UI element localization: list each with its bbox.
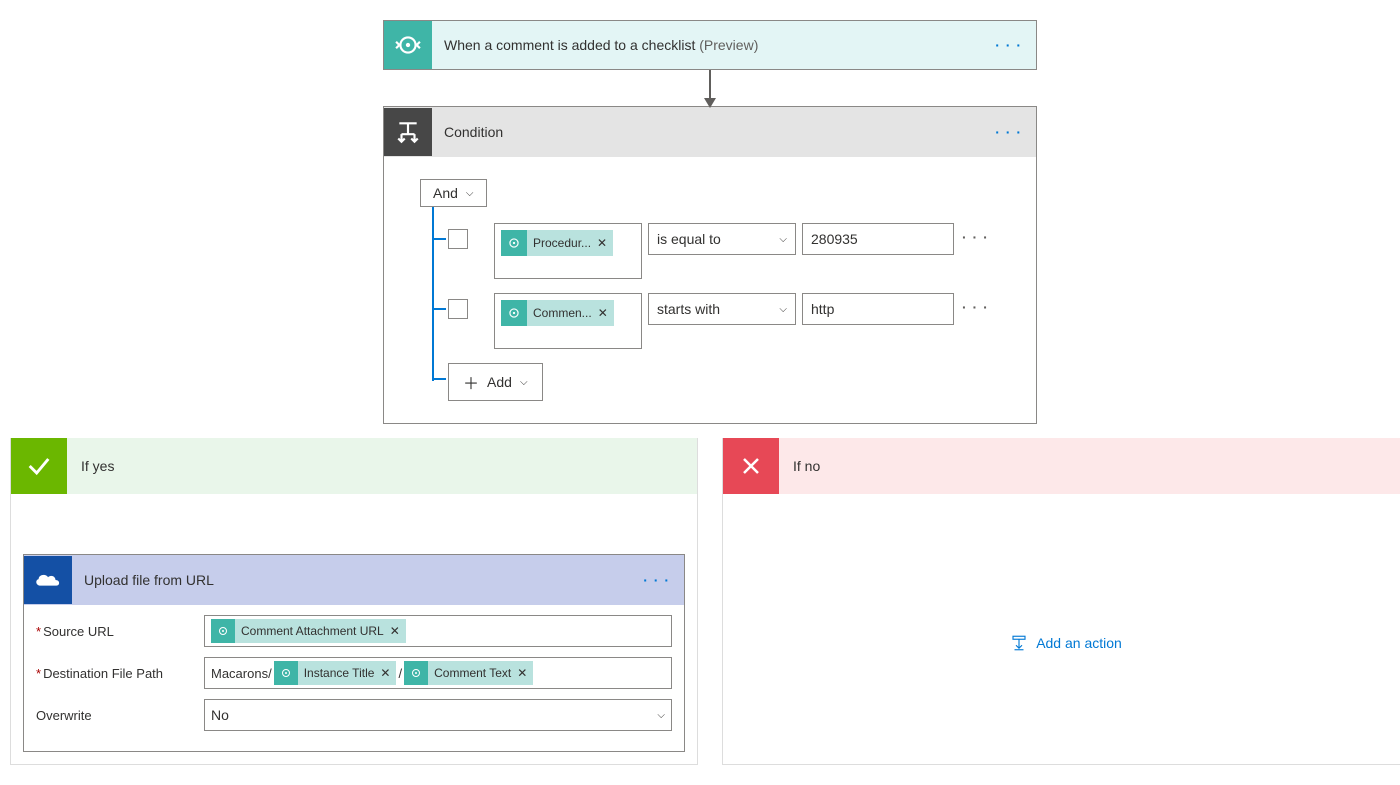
token-label: Comment Attachment URL xyxy=(241,624,384,638)
condition-row: Procedur... ✕ is equal to ⌵ 280935 · · · xyxy=(420,223,1000,279)
if-yes-branch: If yes Upload file from URL · · · *Sourc… xyxy=(10,438,698,765)
row-checkbox[interactable] xyxy=(448,299,468,319)
operator-label: starts with xyxy=(657,301,720,317)
token-remove-icon[interactable]: ✕ xyxy=(380,666,390,680)
dynamic-token[interactable]: Procedur... ✕ xyxy=(501,230,613,256)
condition-value-input[interactable]: 280935 xyxy=(802,223,954,255)
if-yes-body: Upload file from URL · · · *Source URL C… xyxy=(11,494,697,764)
token-remove-icon[interactable]: ✕ xyxy=(597,236,607,250)
token-remove-icon[interactable]: ✕ xyxy=(598,306,608,320)
if-yes-header: If yes xyxy=(11,438,697,494)
add-action-label: Add an action xyxy=(1036,635,1122,651)
field-row-source-url: *Source URL Comment Attachment URL ✕ xyxy=(36,615,672,647)
process-street-icon xyxy=(404,661,428,685)
add-condition-button[interactable]: ＋ Add ⌵ xyxy=(448,363,543,401)
chevron-down-icon: ⌵ xyxy=(779,304,787,315)
process-street-icon xyxy=(211,619,235,643)
source-url-input[interactable]: Comment Attachment URL ✕ xyxy=(204,615,672,647)
token-remove-icon[interactable]: ✕ xyxy=(390,624,400,638)
value-text: http xyxy=(811,301,834,317)
condition-card: Condition · · · And ⌵ xyxy=(383,106,1037,424)
plus-icon: ＋ xyxy=(463,370,479,394)
dest-prefix: Macarons/ xyxy=(211,666,272,681)
arrow-connector xyxy=(709,70,711,106)
if-no-branch: If no Add an action xyxy=(722,438,1400,765)
token-label: Comment Text xyxy=(434,666,511,680)
token-label: Procedur... xyxy=(533,236,591,250)
if-no-label: If no xyxy=(779,458,820,474)
field-row-overwrite: Overwrite No ⌵ xyxy=(36,699,672,731)
row-menu-button[interactable]: · · · xyxy=(962,223,989,245)
group-operator-dropdown[interactable]: And ⌵ xyxy=(420,179,487,207)
chevron-down-icon: ⌵ xyxy=(657,710,665,721)
group-operator-label: And xyxy=(433,185,458,201)
condition-icon xyxy=(384,108,432,156)
operator-dropdown[interactable]: starts with ⌵ xyxy=(648,293,796,325)
chevron-down-icon: ⌵ xyxy=(520,377,528,388)
dynamic-token[interactable]: Instance Title ✕ xyxy=(274,661,397,685)
if-no-body: Add an action xyxy=(723,494,1400,694)
condition-menu-button[interactable]: · · · xyxy=(981,124,1036,140)
token-remove-icon[interactable]: ✕ xyxy=(517,666,527,680)
add-label: Add xyxy=(487,374,512,390)
token-label: Commen... xyxy=(533,306,592,320)
row-checkbox[interactable] xyxy=(448,229,468,249)
overwrite-label: Overwrite xyxy=(36,708,204,723)
upload-action-card: Upload file from URL · · · *Source URL C… xyxy=(23,554,685,752)
value-text: 280935 xyxy=(811,231,858,247)
trigger-title-text: When a comment is added to a checklist xyxy=(444,37,695,53)
dest-path-input[interactable]: Macarons/ Instance Title ✕ / Comment Tex… xyxy=(204,657,672,689)
process-street-icon xyxy=(501,300,527,326)
source-url-label: *Source URL xyxy=(36,624,204,639)
condition-value-input[interactable]: http xyxy=(802,293,954,325)
chevron-down-icon: ⌵ xyxy=(466,188,474,199)
trigger-card[interactable]: When a comment is added to a checklist (… xyxy=(383,20,1037,70)
connector-h xyxy=(432,378,446,380)
if-no-header: If no xyxy=(723,438,1400,494)
label-text: Destination File Path xyxy=(43,666,163,681)
onedrive-icon xyxy=(24,556,72,604)
add-row-container: ＋ Add ⌵ xyxy=(420,363,1000,401)
operator-label: is equal to xyxy=(657,231,721,247)
connector-h xyxy=(432,238,446,240)
dynamic-token[interactable]: Commen... ✕ xyxy=(501,300,614,326)
row-menu-button[interactable]: · · · xyxy=(962,293,989,315)
add-action-button[interactable]: Add an action xyxy=(735,634,1397,652)
dynamic-token[interactable]: Comment Text ✕ xyxy=(404,661,533,685)
dynamic-token[interactable]: Comment Attachment URL ✕ xyxy=(211,619,406,643)
condition-left-operand[interactable]: Commen... ✕ xyxy=(494,293,642,349)
condition-title: Condition xyxy=(432,124,981,140)
chevron-down-icon: ⌵ xyxy=(779,234,787,245)
upload-action-menu-button[interactable]: · · · xyxy=(629,572,684,588)
condition-rows: Procedur... ✕ is equal to ⌵ 280935 · · · xyxy=(420,223,1000,401)
upload-action-header[interactable]: Upload file from URL · · · xyxy=(24,555,684,605)
trigger-title: When a comment is added to a checklist (… xyxy=(432,37,981,53)
condition-row: Commen... ✕ starts with ⌵ http · · · xyxy=(420,293,1000,349)
token-label: Instance Title xyxy=(304,666,375,680)
upload-action-body: *Source URL Comment Attachment URL ✕ *De xyxy=(24,605,684,751)
label-text: Source URL xyxy=(43,624,114,639)
condition-body: And ⌵ Procedur... ✕ xyxy=(384,157,1036,423)
process-street-icon xyxy=(274,661,298,685)
trigger-menu-button[interactable]: · · · xyxy=(981,37,1036,53)
connector-h xyxy=(432,308,446,310)
field-row-dest-path: *Destination File Path Macarons/ Instanc… xyxy=(36,657,672,689)
dest-sep: / xyxy=(398,666,402,681)
dest-path-label: *Destination File Path xyxy=(36,666,204,681)
upload-action-title: Upload file from URL xyxy=(72,572,629,588)
condition-left-operand[interactable]: Procedur... ✕ xyxy=(494,223,642,279)
condition-branches: If yes Upload file from URL · · · *Sourc… xyxy=(10,438,1400,765)
process-street-icon xyxy=(501,230,527,256)
trigger-preview-badge: (Preview) xyxy=(699,37,758,53)
close-icon xyxy=(723,438,779,494)
if-yes-label: If yes xyxy=(67,458,114,474)
operator-dropdown[interactable]: is equal to ⌵ xyxy=(648,223,796,255)
overwrite-value: No xyxy=(211,707,229,723)
overwrite-dropdown[interactable]: No ⌵ xyxy=(204,699,672,731)
checkmark-icon xyxy=(11,438,67,494)
process-street-icon xyxy=(384,21,432,69)
add-action-icon xyxy=(1010,634,1028,652)
condition-header[interactable]: Condition · · · xyxy=(384,107,1036,157)
